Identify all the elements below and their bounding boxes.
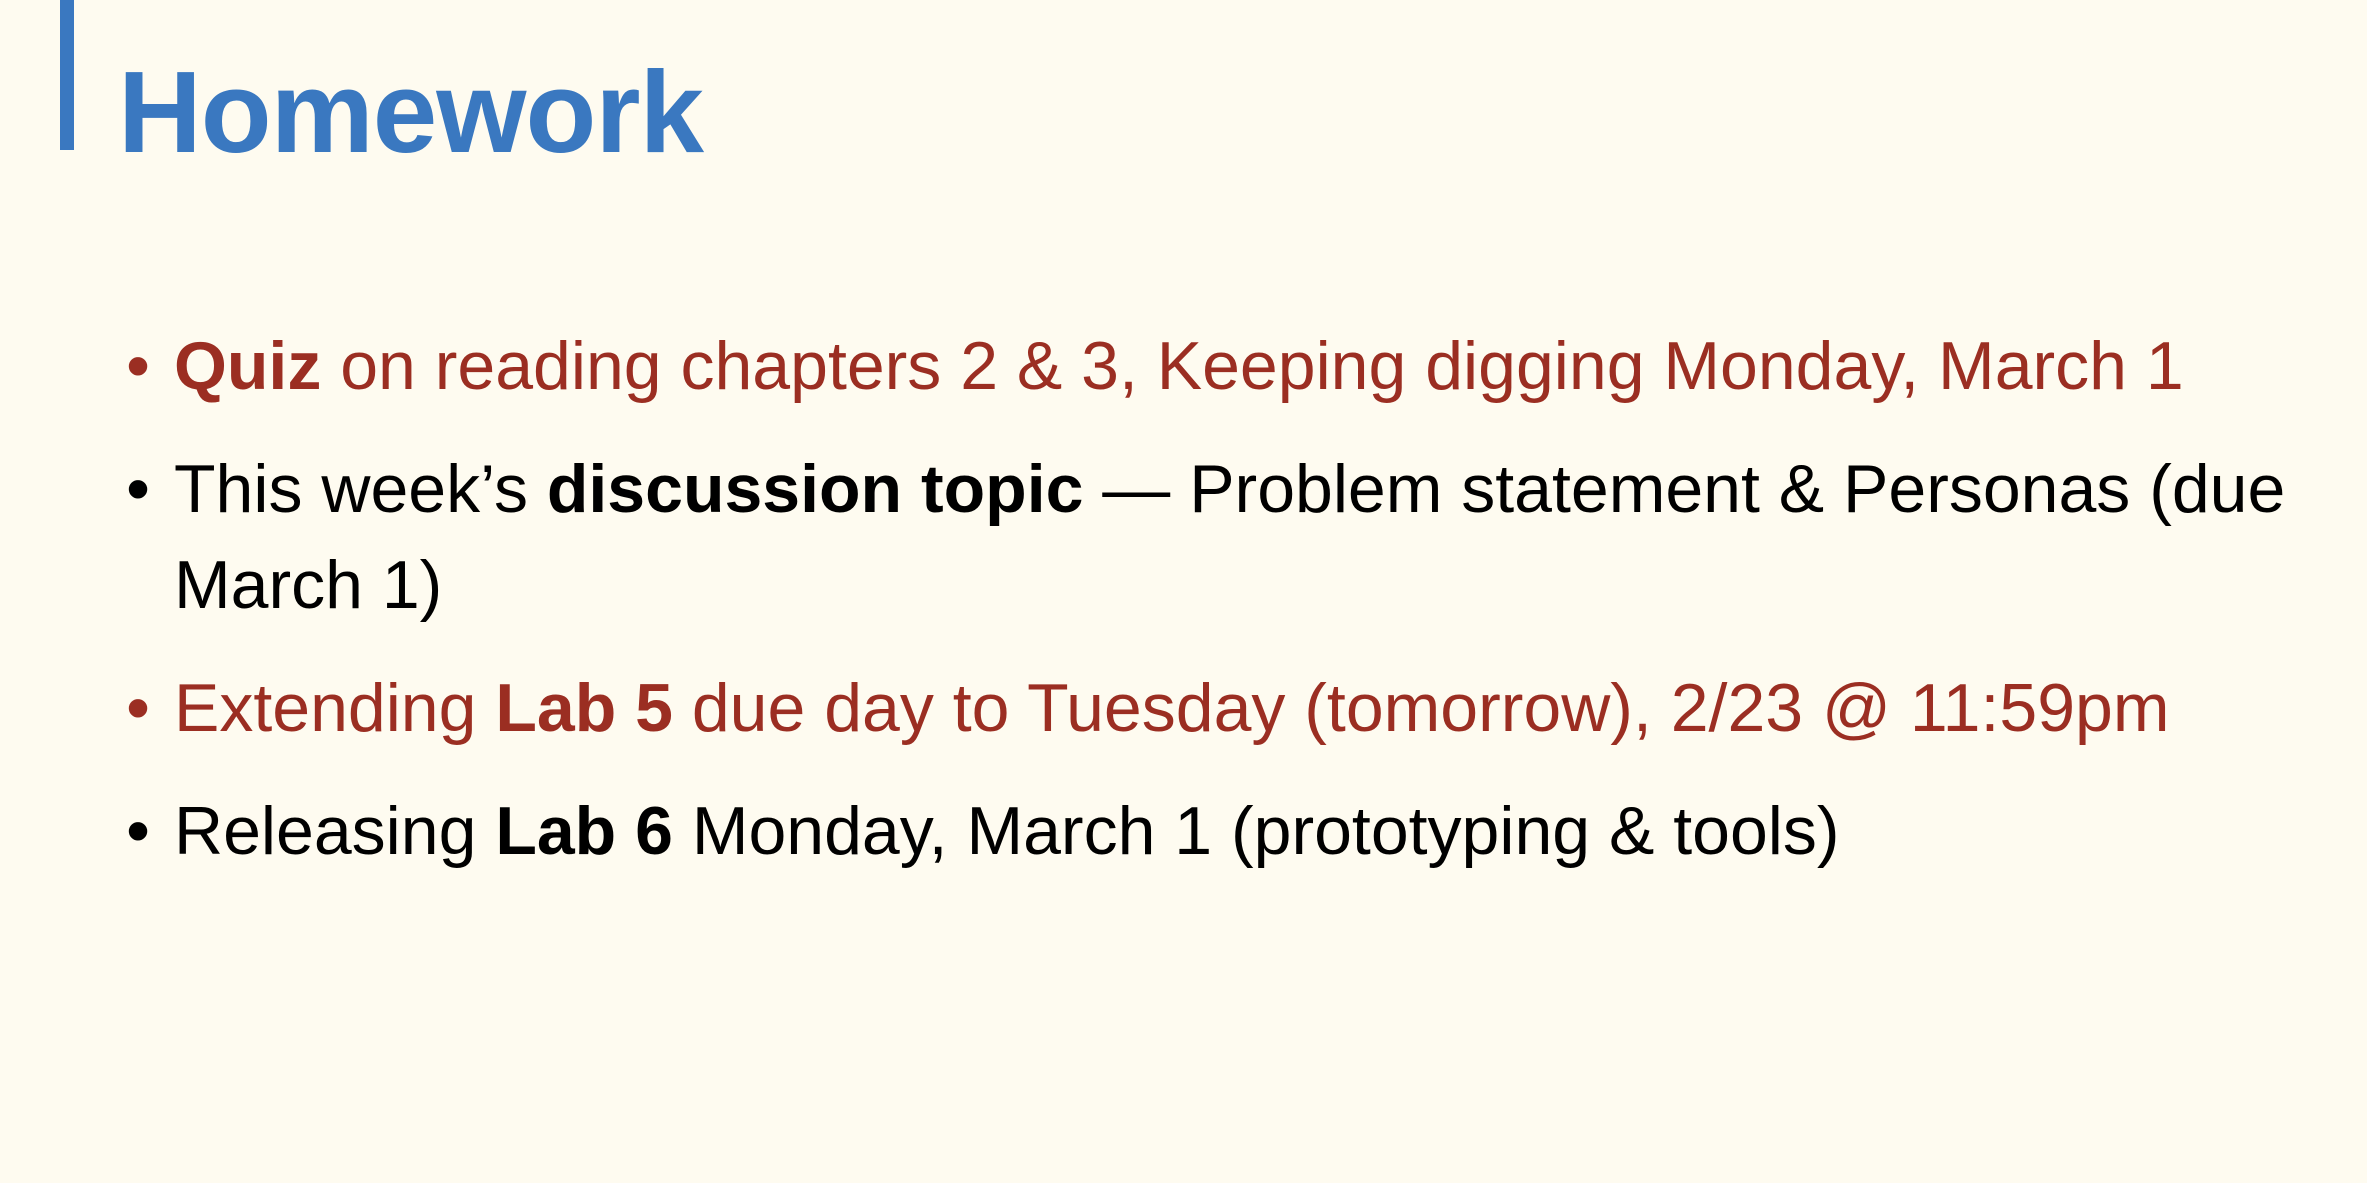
bullet-dot-icon: • (126, 451, 150, 527)
bullet-quiz-text: on reading chapters 2 & 3, Keeping diggi… (321, 328, 2184, 404)
bullet-discussion-lead: This week’s (174, 451, 547, 527)
bullet-lab5: • Extending Lab 5 due day to Tuesday (to… (118, 660, 2224, 756)
bullet-lab5-lead: Extending (174, 670, 496, 746)
slide: Homework • Quiz on reading chapters 2 & … (0, 0, 2367, 1183)
bullet-discussion-bold: discussion topic (546, 451, 1084, 527)
slide-title: Homework (118, 47, 704, 177)
bullet-dot-icon: • (126, 793, 150, 869)
bullet-quiz-bold: Quiz (174, 328, 322, 404)
bullet-list: • Quiz on reading chapters 2 & 3, Keepin… (118, 318, 2318, 906)
bullet-lab6-text: Monday, March 1 (prototyping & tools) (672, 793, 1840, 869)
bullet-dot-icon: • (126, 328, 150, 404)
bullet-lab5-bold: Lab 5 (495, 670, 673, 746)
bullet-lab6-lead: Releasing (174, 793, 496, 869)
bullet-lab6: • Releasing Lab 6 Monday, March 1 (proto… (118, 783, 2367, 879)
title-accent-bar (60, 0, 74, 150)
bullet-dot-icon: • (126, 670, 150, 746)
bullet-quiz: • Quiz on reading chapters 2 & 3, Keepin… (118, 318, 2224, 414)
bullet-lab5-text: due day to Tuesday (tomorrow), 2/23 @ 11… (672, 670, 2170, 746)
bullet-discussion: • This week’s discussion topic — Problem… (118, 441, 2367, 633)
bullet-lab6-bold: Lab 6 (495, 793, 673, 869)
